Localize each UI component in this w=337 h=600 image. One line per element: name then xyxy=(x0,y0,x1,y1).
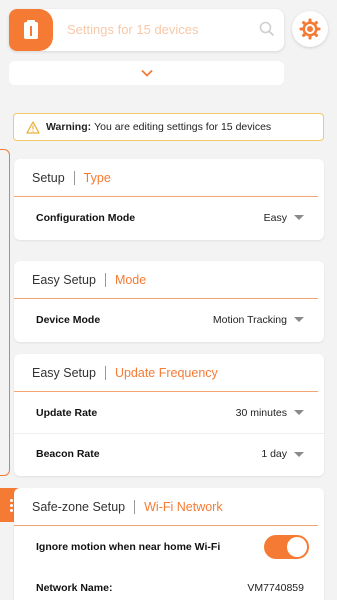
setting-label: Configuration Mode xyxy=(36,211,136,224)
dropdown-caret-icon xyxy=(294,451,304,457)
card-title: Update Frequency xyxy=(114,365,218,380)
ignore-motion-toggle[interactable] xyxy=(264,534,309,559)
card-header: Easy Setup Update Frequency xyxy=(14,354,318,392)
warning-banner: Warning: You are editing settings for 15… xyxy=(13,113,324,141)
card-title: Type xyxy=(83,170,111,185)
search-placeholder[interactable]: Settings for 15 devices xyxy=(67,22,199,37)
card-header: Easy Setup Mode xyxy=(14,261,318,299)
setting-row-configuration-mode: Configuration Mode Easy xyxy=(14,197,324,238)
card-header: Setup Type xyxy=(14,159,318,197)
expand-bar[interactable] xyxy=(9,61,284,85)
card-section: Easy Setup xyxy=(32,272,96,287)
search-icon[interactable] xyxy=(259,21,275,37)
header-divider xyxy=(104,272,106,287)
card-title: Wi-Fi Network xyxy=(144,499,223,514)
setting-row-ignore-motion: Ignore motion when near home Wi-Fi xyxy=(14,526,324,567)
warning-label: Warning: xyxy=(46,121,92,133)
select-value: 1 day xyxy=(261,448,287,460)
chevron-down-icon xyxy=(140,69,153,77)
gear-icon xyxy=(299,18,321,40)
setting-row-update-rate: Update Rate 30 minutes xyxy=(14,392,324,433)
card-mode: Easy Setup Mode Device Mode Motion Track… xyxy=(14,261,324,342)
devices-button[interactable] xyxy=(9,9,53,51)
card-section: Easy Setup xyxy=(32,365,96,380)
device-icon xyxy=(24,20,38,39)
header-divider xyxy=(104,365,106,380)
card-title: Mode xyxy=(114,272,147,287)
dropdown-caret-icon xyxy=(294,317,304,322)
setting-label: Device Mode xyxy=(36,313,101,326)
select-value: Easy xyxy=(263,211,287,224)
card-wifi-network: Safe-zone Setup Wi-Fi Network Ignore mot… xyxy=(14,488,324,600)
dropdown-caret-icon xyxy=(294,215,304,220)
warning-text: You are editing settings for 15 devices xyxy=(94,121,272,133)
setting-label: Update Rate xyxy=(36,406,98,419)
group-bracket xyxy=(0,149,10,476)
header-divider xyxy=(73,170,75,185)
setting-label: Beacon Rate xyxy=(36,448,100,460)
setting-row-network-name: Network Name: VM7740859 xyxy=(14,567,324,600)
beacon-rate-select[interactable]: 1 day xyxy=(261,448,304,460)
card-section: Safe-zone Setup xyxy=(32,499,126,514)
update-rate-select[interactable]: 30 minutes xyxy=(236,407,304,419)
dot-icon xyxy=(10,508,13,512)
select-value: 30 minutes xyxy=(235,406,287,419)
setting-label: Ignore motion when near home Wi-Fi xyxy=(36,540,221,553)
device-mode-select[interactable]: Motion Tracking xyxy=(213,314,304,326)
card-type: Setup Type Configuration Mode Easy xyxy=(14,159,324,240)
search-bar[interactable]: Settings for 15 devices xyxy=(9,9,284,51)
card-header: Safe-zone Setup Wi-Fi Network xyxy=(14,488,318,526)
network-name-value[interactable]: VM7740859 xyxy=(247,582,304,594)
warning-triangle-icon xyxy=(26,120,40,134)
dot-icon xyxy=(10,503,13,507)
setting-row-device-mode: Device Mode Motion Tracking xyxy=(14,299,324,340)
settings-button[interactable] xyxy=(292,11,328,47)
card-update-frequency: Easy Setup Update Frequency Update Rate … xyxy=(14,354,324,476)
setting-label: Network Name: xyxy=(36,581,113,594)
dropdown-caret-icon xyxy=(294,410,304,415)
card-section: Setup xyxy=(32,170,65,185)
setting-row-beacon-rate: Beacon Rate 1 day xyxy=(14,433,324,474)
dot-icon xyxy=(10,498,13,502)
select-value: Motion Tracking xyxy=(212,313,287,326)
configuration-mode-select[interactable]: Easy xyxy=(264,212,304,224)
header-divider xyxy=(134,499,136,514)
